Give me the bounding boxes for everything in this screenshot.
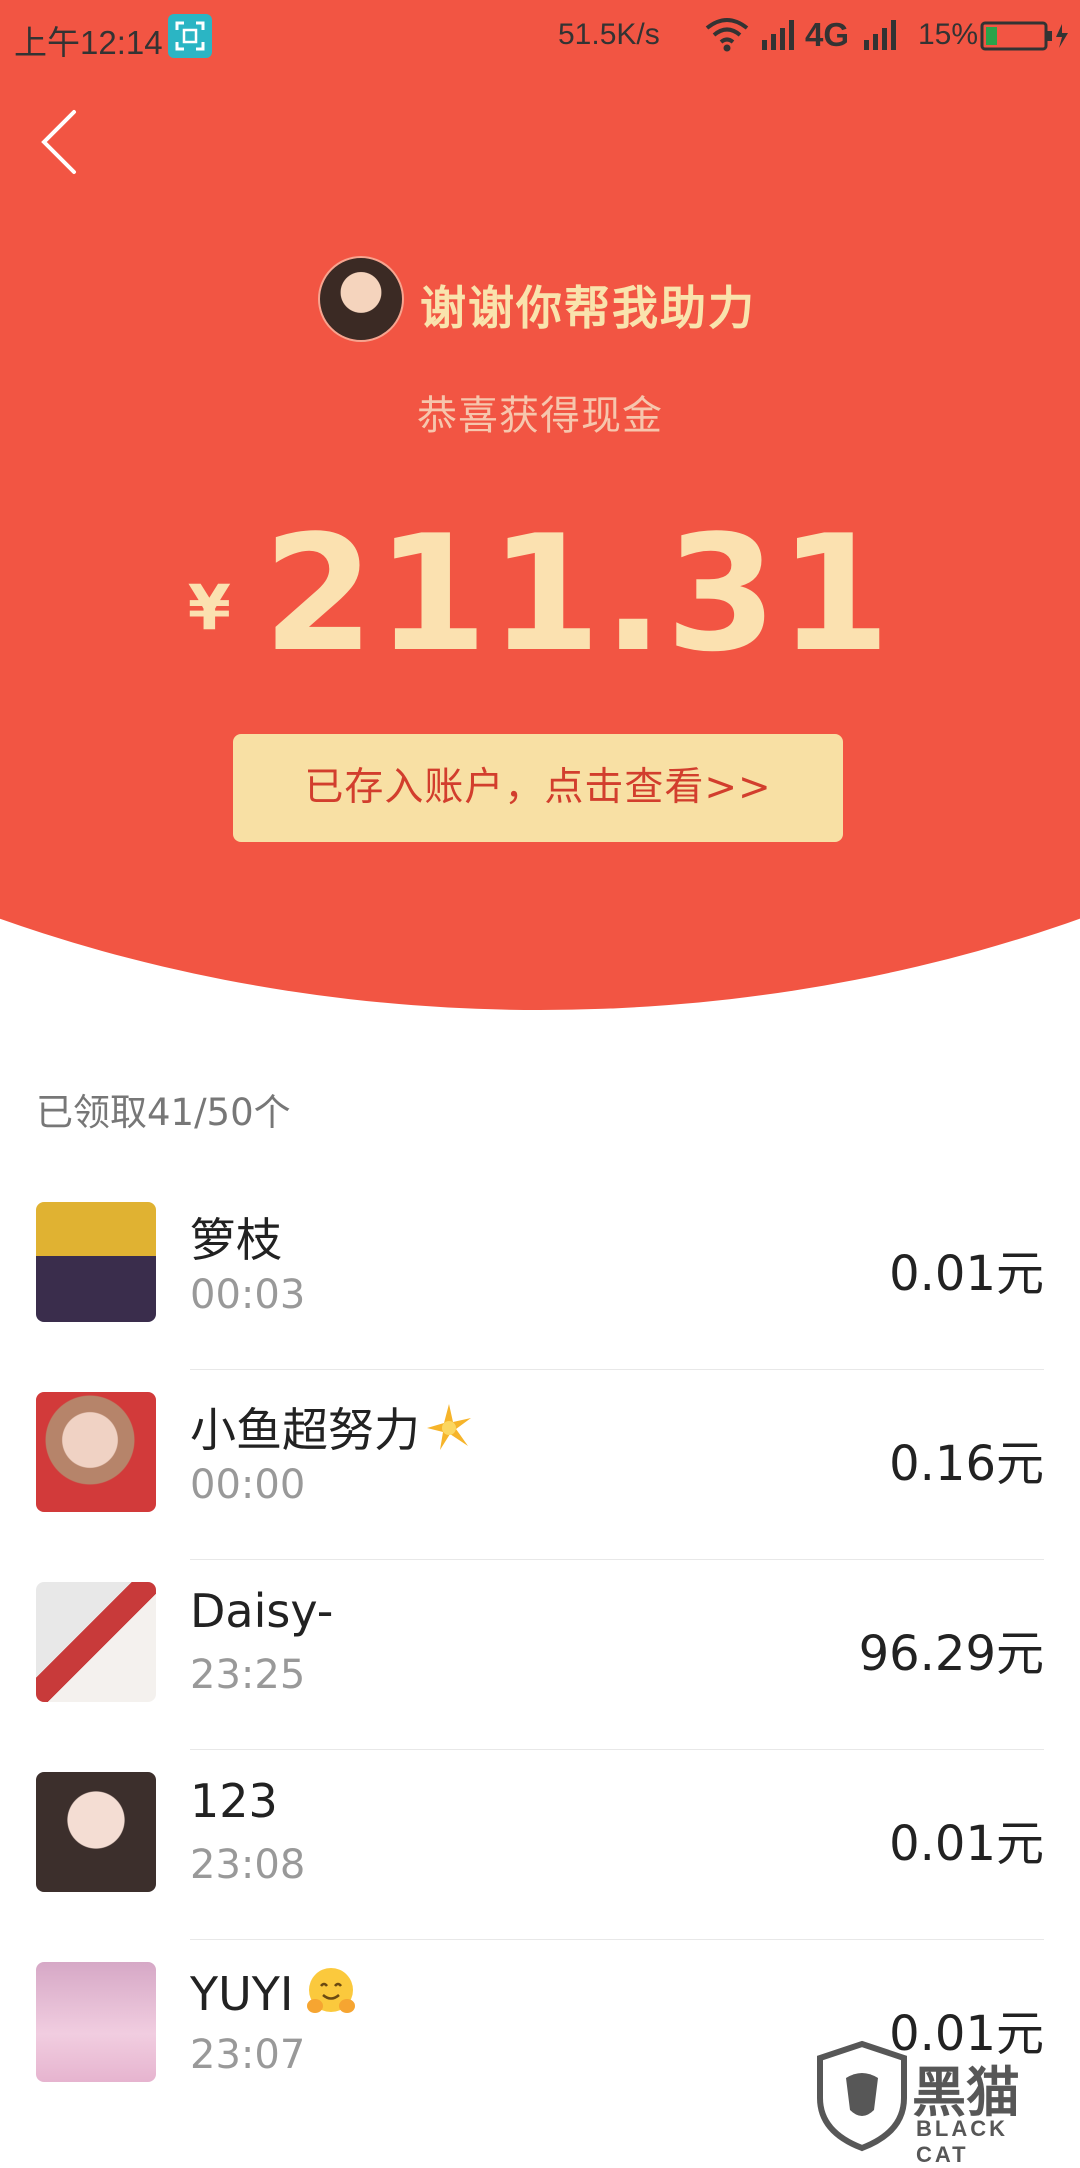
amount-value: 211.31 xyxy=(262,500,893,687)
claim-time: 00:00 xyxy=(190,1462,306,1508)
sender-avatar xyxy=(318,256,404,342)
list-item[interactable]: 箩枝 00:03 0.01元 xyxy=(0,1180,1080,1370)
cash-amount: ¥211.31 xyxy=(0,500,1080,687)
recipient-list: 箩枝 00:03 0.01元 小鱼超努力 00:00 0.16元 Daisy- … xyxy=(0,1180,1080,2130)
list-item[interactable]: 小鱼超努力 00:00 0.16元 xyxy=(0,1370,1080,1560)
recipient-name: Daisy- xyxy=(190,1584,334,1638)
list-item[interactable]: Daisy- 23:25 96.29元 xyxy=(0,1560,1080,1750)
avatar xyxy=(36,1392,156,1512)
wifi-icon xyxy=(704,16,750,60)
net-speed: 51.5K/s xyxy=(558,18,660,51)
signal-icon xyxy=(862,16,902,60)
shield-logo-icon xyxy=(817,2040,907,2152)
claim-time: 00:03 xyxy=(190,1272,306,1318)
avatar xyxy=(36,1202,156,1322)
chevron-left-icon xyxy=(41,110,76,174)
claim-time: 23:08 xyxy=(190,1842,306,1888)
status-time: 上午12:14 xyxy=(14,24,163,61)
congrats-message: 恭喜获得现金 xyxy=(417,393,663,439)
black-cat-watermark: 黑猫 BLACK CAT xyxy=(812,2040,1062,2167)
list-item[interactable]: 123 23:08 0.01元 xyxy=(0,1750,1080,1940)
recipient-name-row: 小鱼超努力 xyxy=(190,1394,474,1460)
claim-amount: 0.16元 xyxy=(889,1436,1044,1492)
signal-icon xyxy=(760,16,800,60)
avatar xyxy=(36,1582,156,1702)
claim-amount: 0.01元 xyxy=(889,1246,1044,1302)
currency-symbol: ¥ xyxy=(187,571,231,644)
battery-icon xyxy=(980,20,1070,60)
hug-emoji-icon xyxy=(307,1968,356,2013)
claim-amount: 96.29元 xyxy=(858,1626,1044,1682)
screenshot-icon xyxy=(168,14,212,58)
status-bar: 上午12:14 51.5K/s 4G 15% xyxy=(0,0,1080,72)
avatar xyxy=(36,1962,156,2082)
recipient-name-row: YUYI xyxy=(190,1964,359,2021)
claim-time: 23:25 xyxy=(190,1652,306,1698)
recipient-name: YUYI xyxy=(190,1967,294,2021)
claim-amount: 0.01元 xyxy=(889,1816,1044,1872)
recipient-name: 箩枝 xyxy=(190,1213,282,1267)
recipient-name: 小鱼超努力 xyxy=(190,1403,420,1457)
avatar xyxy=(36,1772,156,1892)
view-account-button[interactable]: 已存入账户，点击查看>> xyxy=(233,734,843,842)
watermark-subtitle: BLACK CAT xyxy=(916,2116,1008,2167)
back-button[interactable] xyxy=(36,104,96,180)
network-type: 4G xyxy=(805,16,850,53)
claim-time: 23:07 xyxy=(190,2032,306,2078)
recipient-name: 123 xyxy=(190,1774,278,1828)
star-emoji-icon xyxy=(427,1404,471,1450)
thanks-message: 谢谢你帮我助力 xyxy=(420,281,756,335)
battery-percent: 15% xyxy=(918,18,979,51)
received-count: 已领取41/50个 xyxy=(36,1091,291,1134)
